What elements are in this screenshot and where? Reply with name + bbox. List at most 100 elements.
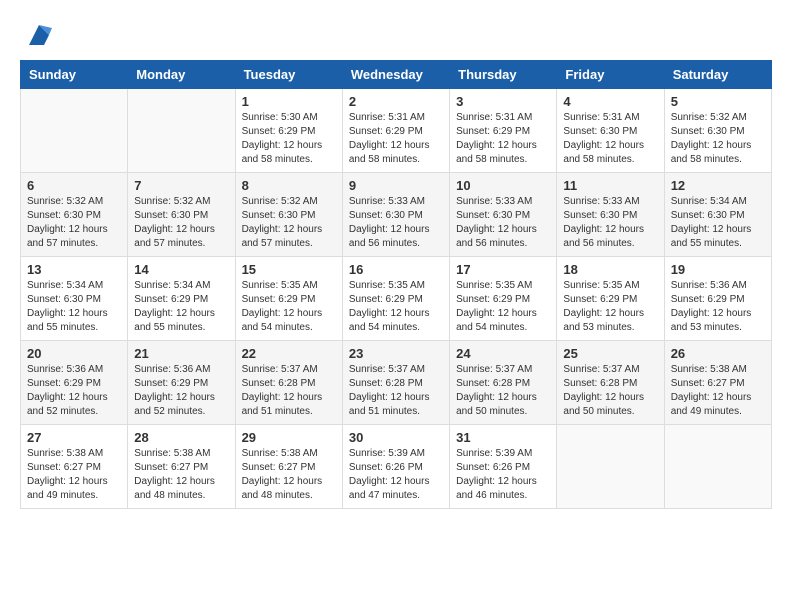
day-number: 4 bbox=[563, 94, 657, 109]
calendar-cell: 7 Sunrise: 5:32 AM Sunset: 6:30 PM Daylig… bbox=[128, 173, 235, 257]
day-number: 31 bbox=[456, 430, 550, 445]
day-number: 2 bbox=[349, 94, 443, 109]
day-number: 14 bbox=[134, 262, 228, 277]
day-info: Sunrise: 5:33 AM Sunset: 6:30 PM Dayligh… bbox=[563, 195, 657, 251]
logo bbox=[20, 20, 54, 50]
calendar-cell: 27 Sunrise: 5:38 AM Sunset: 6:27 PM Dayli… bbox=[21, 425, 128, 509]
day-of-week-header: Friday bbox=[557, 61, 664, 89]
day-of-week-header: Saturday bbox=[664, 61, 771, 89]
calendar-cell: 21Sunrise: 5:36 AM Sunset: 6:29 PM Dayli… bbox=[128, 341, 235, 425]
calendar-cell: 15 Sunrise: 5:35 AM Sunset: 6:29 PM Dayli… bbox=[235, 257, 342, 341]
calendar-cell: 6Sunrise: 5:32 AM Sunset: 6:30 PM Daylig… bbox=[21, 173, 128, 257]
calendar-cell: 2Sunrise: 5:31 AM Sunset: 6:29 PM Daylig… bbox=[342, 89, 449, 173]
calendar-cell: 11 Sunrise: 5:33 AM Sunset: 6:30 PM Dayli… bbox=[557, 173, 664, 257]
calendar-cell: 10Sunrise: 5:33 AM Sunset: 6:30 PM Dayli… bbox=[450, 173, 557, 257]
day-number: 23 bbox=[349, 346, 443, 361]
day-number: 12 bbox=[671, 178, 765, 193]
day-number: 19 bbox=[671, 262, 765, 277]
day-number: 1 bbox=[242, 94, 336, 109]
day-number: 22 bbox=[242, 346, 336, 361]
page-header bbox=[20, 20, 772, 50]
day-number: 26 bbox=[671, 346, 765, 361]
calendar-cell: 18Sunrise: 5:35 AM Sunset: 6:29 PM Dayli… bbox=[557, 257, 664, 341]
day-info: Sunrise: 5:37 AM Sunset: 6:28 PM Dayligh… bbox=[563, 363, 657, 419]
day-number: 5 bbox=[671, 94, 765, 109]
day-info: Sunrise: 5:37 AM Sunset: 6:28 PM Dayligh… bbox=[349, 363, 443, 419]
calendar-cell bbox=[664, 425, 771, 509]
calendar-cell: 19 Sunrise: 5:36 AM Sunset: 6:29 PM Dayli… bbox=[664, 257, 771, 341]
calendar-cell: 16Sunrise: 5:35 AM Sunset: 6:29 PM Dayli… bbox=[342, 257, 449, 341]
calendar-header-row: SundayMondayTuesdayWednesdayThursdayFrid… bbox=[21, 61, 772, 89]
calendar-cell: 22 Sunrise: 5:37 AM Sunset: 6:28 PM Dayli… bbox=[235, 341, 342, 425]
logo-icon bbox=[24, 20, 54, 50]
day-info: Sunrise: 5:35 AM Sunset: 6:29 PM Dayligh… bbox=[242, 279, 336, 335]
calendar-cell: 28 Sunrise: 5:38 AM Sunset: 6:27 PM Dayli… bbox=[128, 425, 235, 509]
calendar-week-row: 1 Sunrise: 5:30 AM Sunset: 6:29 PM Daylig… bbox=[21, 89, 772, 173]
day-info: Sunrise: 5:34 AM Sunset: 6:29 PM Dayligh… bbox=[134, 279, 228, 335]
day-info: Sunrise: 5:39 AM Sunset: 6:26 PM Dayligh… bbox=[349, 447, 443, 503]
day-number: 30 bbox=[349, 430, 443, 445]
calendar-cell: 24 Sunrise: 5:37 AM Sunset: 6:28 PM Dayli… bbox=[450, 341, 557, 425]
calendar-cell: 31Sunrise: 5:39 AM Sunset: 6:26 PM Dayli… bbox=[450, 425, 557, 509]
day-info: Sunrise: 5:38 AM Sunset: 6:27 PM Dayligh… bbox=[671, 363, 765, 419]
day-number: 7 bbox=[134, 178, 228, 193]
day-info: Sunrise: 5:31 AM Sunset: 6:30 PM Dayligh… bbox=[563, 111, 657, 167]
day-of-week-header: Thursday bbox=[450, 61, 557, 89]
day-info: Sunrise: 5:37 AM Sunset: 6:28 PM Dayligh… bbox=[456, 363, 550, 419]
day-info: Sunrise: 5:30 AM Sunset: 6:29 PM Dayligh… bbox=[242, 111, 336, 167]
calendar-week-row: 27 Sunrise: 5:38 AM Sunset: 6:27 PM Dayli… bbox=[21, 425, 772, 509]
day-number: 21 bbox=[134, 346, 228, 361]
day-info: Sunrise: 5:36 AM Sunset: 6:29 PM Dayligh… bbox=[671, 279, 765, 335]
calendar-cell: 17 Sunrise: 5:35 AM Sunset: 6:29 PM Dayli… bbox=[450, 257, 557, 341]
calendar-cell: 1 Sunrise: 5:30 AM Sunset: 6:29 PM Daylig… bbox=[235, 89, 342, 173]
day-number: 15 bbox=[242, 262, 336, 277]
day-number: 25 bbox=[563, 346, 657, 361]
day-number: 13 bbox=[27, 262, 121, 277]
day-of-week-header: Wednesday bbox=[342, 61, 449, 89]
day-info: Sunrise: 5:32 AM Sunset: 6:30 PM Dayligh… bbox=[671, 111, 765, 167]
day-number: 16 bbox=[349, 262, 443, 277]
calendar-cell bbox=[128, 89, 235, 173]
calendar-cell: 23 Sunrise: 5:37 AM Sunset: 6:28 PM Dayli… bbox=[342, 341, 449, 425]
day-number: 29 bbox=[242, 430, 336, 445]
day-number: 17 bbox=[456, 262, 550, 277]
day-number: 20 bbox=[27, 346, 121, 361]
calendar-cell: 13 Sunrise: 5:34 AM Sunset: 6:30 PM Dayli… bbox=[21, 257, 128, 341]
calendar-cell: 5 Sunrise: 5:32 AM Sunset: 6:30 PM Daylig… bbox=[664, 89, 771, 173]
day-info: Sunrise: 5:32 AM Sunset: 6:30 PM Dayligh… bbox=[134, 195, 228, 251]
calendar-week-row: 6Sunrise: 5:32 AM Sunset: 6:30 PM Daylig… bbox=[21, 173, 772, 257]
day-info: Sunrise: 5:38 AM Sunset: 6:27 PM Dayligh… bbox=[134, 447, 228, 503]
day-number: 24 bbox=[456, 346, 550, 361]
day-info: Sunrise: 5:33 AM Sunset: 6:30 PM Dayligh… bbox=[349, 195, 443, 251]
day-info: Sunrise: 5:38 AM Sunset: 6:27 PM Dayligh… bbox=[27, 447, 121, 503]
calendar-cell bbox=[21, 89, 128, 173]
day-info: Sunrise: 5:35 AM Sunset: 6:29 PM Dayligh… bbox=[563, 279, 657, 335]
calendar-week-row: 20 Sunrise: 5:36 AM Sunset: 6:29 PM Dayli… bbox=[21, 341, 772, 425]
day-info: Sunrise: 5:37 AM Sunset: 6:28 PM Dayligh… bbox=[242, 363, 336, 419]
calendar-cell: 4 Sunrise: 5:31 AM Sunset: 6:30 PM Daylig… bbox=[557, 89, 664, 173]
calendar-cell: 26 Sunrise: 5:38 AM Sunset: 6:27 PM Dayli… bbox=[664, 341, 771, 425]
calendar-cell: 20 Sunrise: 5:36 AM Sunset: 6:29 PM Dayli… bbox=[21, 341, 128, 425]
day-info: Sunrise: 5:38 AM Sunset: 6:27 PM Dayligh… bbox=[242, 447, 336, 503]
calendar-cell: 12 Sunrise: 5:34 AM Sunset: 6:30 PM Dayli… bbox=[664, 173, 771, 257]
calendar-table: SundayMondayTuesdayWednesdayThursdayFrid… bbox=[20, 60, 772, 509]
day-info: Sunrise: 5:31 AM Sunset: 6:29 PM Dayligh… bbox=[456, 111, 550, 167]
calendar-cell: 29 Sunrise: 5:38 AM Sunset: 6:27 PM Dayli… bbox=[235, 425, 342, 509]
calendar-cell: 9 Sunrise: 5:33 AM Sunset: 6:30 PM Daylig… bbox=[342, 173, 449, 257]
day-number: 3 bbox=[456, 94, 550, 109]
day-info: Sunrise: 5:36 AM Sunset: 6:29 PM Dayligh… bbox=[27, 363, 121, 419]
day-number: 27 bbox=[27, 430, 121, 445]
day-info: Sunrise: 5:33 AM Sunset: 6:30 PM Dayligh… bbox=[456, 195, 550, 251]
day-info: Sunrise: 5:32 AM Sunset: 6:30 PM Dayligh… bbox=[242, 195, 336, 251]
calendar-cell bbox=[557, 425, 664, 509]
day-number: 9 bbox=[349, 178, 443, 193]
day-number: 28 bbox=[134, 430, 228, 445]
day-number: 11 bbox=[563, 178, 657, 193]
day-info: Sunrise: 5:34 AM Sunset: 6:30 PM Dayligh… bbox=[671, 195, 765, 251]
calendar-cell: 25 Sunrise: 5:37 AM Sunset: 6:28 PM Dayli… bbox=[557, 341, 664, 425]
day-info: Sunrise: 5:35 AM Sunset: 6:29 PM Dayligh… bbox=[456, 279, 550, 335]
calendar-cell: 14 Sunrise: 5:34 AM Sunset: 6:29 PM Dayli… bbox=[128, 257, 235, 341]
day-info: Sunrise: 5:34 AM Sunset: 6:30 PM Dayligh… bbox=[27, 279, 121, 335]
day-info: Sunrise: 5:32 AM Sunset: 6:30 PM Dayligh… bbox=[27, 195, 121, 251]
calendar-cell: 30 Sunrise: 5:39 AM Sunset: 6:26 PM Dayli… bbox=[342, 425, 449, 509]
